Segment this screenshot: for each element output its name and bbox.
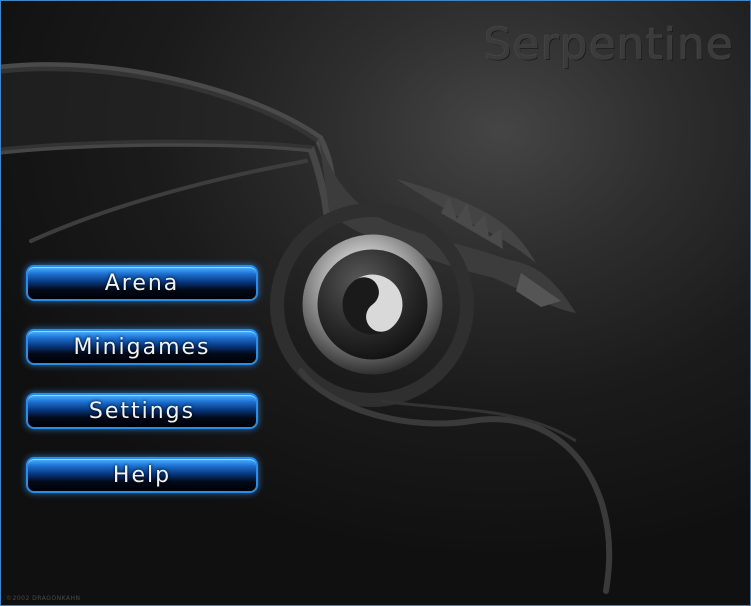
help-button[interactable]: Help bbox=[26, 457, 258, 493]
yin-yang-icon[interactable] bbox=[301, 233, 444, 376]
settings-button[interactable]: Settings bbox=[26, 393, 258, 429]
arena-button[interactable]: Arena bbox=[26, 265, 258, 301]
game-title: Serpentine bbox=[483, 19, 734, 70]
minigames-button[interactable]: Minigames bbox=[26, 329, 258, 365]
main-menu-screen: Serpentine Arena Minigames Settings Help… bbox=[0, 0, 751, 606]
copyright-text: ©2002 DRAGONKAHN bbox=[6, 595, 81, 602]
dragon-tail bbox=[298, 368, 613, 594]
dragon-wing-bone-lower bbox=[29, 159, 308, 243]
main-menu: Arena Minigames Settings Help bbox=[26, 265, 262, 521]
dragon-wing-bone-middle bbox=[1, 139, 331, 220]
